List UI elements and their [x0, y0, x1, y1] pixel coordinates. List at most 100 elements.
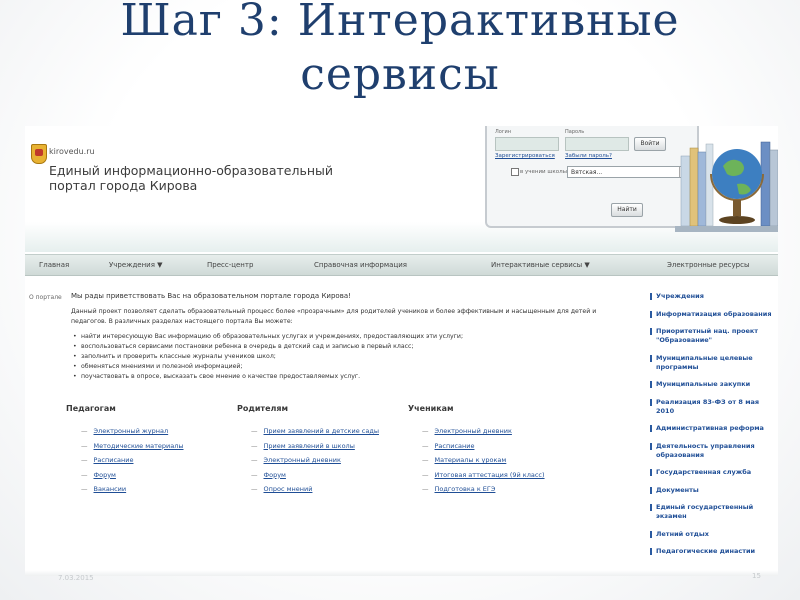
- sidebar-item-label[interactable]: Летний отдых: [656, 530, 709, 538]
- teachers-heading: Педагогам: [66, 404, 116, 413]
- sidebar-item-label[interactable]: Муниципальные целевые программы: [656, 354, 753, 371]
- sidebar-item[interactable]: Реализация 83-ФЗ от 8 мая 2010: [649, 398, 774, 416]
- school-checkbox[interactable]: [511, 168, 519, 176]
- sidebar-item[interactable]: Педагогические династии: [649, 547, 774, 556]
- login-button[interactable]: Войти: [634, 137, 666, 151]
- list-item[interactable]: — Прием заявлений в детские сады: [251, 424, 379, 439]
- parents-link[interactable]: Электронный дневник: [264, 456, 341, 464]
- sidebar-item-label[interactable]: Государственная служба: [656, 468, 751, 476]
- sidebar-item[interactable]: Приоритетный нац. проект "Образование": [649, 327, 774, 345]
- students-link[interactable]: Итоговая аттестация (9й класс): [435, 471, 545, 479]
- login-label: Логин: [495, 129, 511, 135]
- list-item[interactable]: — Форум: [81, 468, 184, 483]
- portal-title-line-1: Единый информационно-образовательный: [49, 163, 334, 178]
- list-item[interactable]: — Расписание: [81, 453, 184, 468]
- sidebar-item-label[interactable]: Документы: [656, 486, 699, 494]
- list-item[interactable]: — Форум: [251, 468, 379, 483]
- list-item[interactable]: — Прием заявлений в школы: [251, 439, 379, 454]
- sidebar-item[interactable]: Учреждения: [649, 292, 774, 301]
- sidebar-item[interactable]: Летний отдых: [649, 530, 774, 539]
- list-item[interactable]: — Итоговая аттестация (9й класс): [422, 468, 545, 483]
- nav-institutions[interactable]: Учреждения ▼: [109, 255, 163, 275]
- slide-title: Шаг 3: Интерактивные сервисы: [0, 0, 800, 102]
- sidebar-item[interactable]: Муниципальные целевые программы: [649, 354, 774, 372]
- list-item: найти интересующую Вас информацию об обр…: [71, 332, 601, 342]
- feature-list: найти интересующую Вас информацию об обр…: [71, 332, 601, 382]
- teachers-link[interactable]: Методические материалы: [94, 442, 184, 450]
- list-item[interactable]: — Электронный журнал: [81, 424, 184, 439]
- list-item[interactable]: — Расписание: [422, 439, 545, 454]
- nav-electronic-resources[interactable]: Электронные ресурсы: [667, 255, 749, 275]
- sidebar-item[interactable]: Муниципальные закупки: [649, 380, 774, 389]
- sidebar-item-label[interactable]: Муниципальные закупки: [656, 380, 750, 388]
- list-item[interactable]: — Вакансии: [81, 482, 184, 497]
- site-header: kirovedu.ru Единый информационно-образов…: [25, 126, 778, 252]
- screenshot-footer-fade: [25, 570, 778, 576]
- parents-link[interactable]: Прием заявлений в школы: [264, 442, 355, 450]
- parents-link[interactable]: Прием заявлений в детские сады: [264, 427, 379, 435]
- sidebar-item-label[interactable]: Информатизация образования: [656, 310, 772, 318]
- sidebar-item[interactable]: Административная реформа: [649, 424, 774, 433]
- sidebar-item-label[interactable]: Приоритетный нац. проект "Образование": [656, 327, 758, 344]
- login-input[interactable]: [495, 137, 559, 151]
- password-label: Пароль: [565, 129, 585, 135]
- slide-number: 15: [752, 572, 761, 580]
- portal-screenshot: kirovedu.ru Единый информационно-образов…: [25, 126, 778, 576]
- sidebar-item[interactable]: Единый государственный экзамен: [649, 503, 774, 521]
- list-item: поучаствовать в опросе, высказать свое м…: [71, 372, 601, 382]
- teachers-link[interactable]: Вакансии: [94, 485, 127, 493]
- intro-text: Данный проект позволяет сделать образова…: [71, 308, 597, 325]
- city-crest-icon: [31, 144, 47, 164]
- sidebar-item-label[interactable]: Административная реформа: [656, 424, 764, 432]
- sidebar-item[interactable]: Документы: [649, 486, 774, 495]
- list-item[interactable]: — Электронный дневник: [422, 424, 545, 439]
- password-input[interactable]: [565, 137, 629, 151]
- nav-interactive-services[interactable]: Интерактивные сервисы ▼: [491, 255, 590, 275]
- forgot-password-link[interactable]: Забыли пароль?: [565, 153, 612, 159]
- parents-links: — Прием заявлений в детские сады — Прием з…: [251, 424, 379, 497]
- list-item[interactable]: — Материалы к урокам: [422, 453, 545, 468]
- slide-title-line-1: Шаг 3: Интерактивные: [120, 0, 680, 46]
- breadcrumb[interactable]: О портале: [29, 294, 62, 301]
- students-link[interactable]: Расписание: [435, 442, 475, 450]
- list-item[interactable]: — Опрос мнений: [251, 482, 379, 497]
- sidebar-item-label[interactable]: Единый государственный экзамен: [656, 503, 753, 520]
- nav-reference-info[interactable]: Справочная информация: [314, 255, 407, 275]
- slide-date: 7.03.2015: [58, 574, 94, 582]
- sidebar-item-label[interactable]: Педагогические династии: [656, 547, 755, 555]
- main-navigation: Главная Учреждения ▼ Пресс-центр Справоч…: [25, 254, 778, 276]
- list-item[interactable]: — Подготовка к ЕГЭ: [422, 482, 545, 497]
- sidebar-item[interactable]: Государственная служба: [649, 468, 774, 477]
- students-link[interactable]: Подготовка к ЕГЭ: [435, 485, 496, 493]
- school-select[interactable]: Вятская... ▾: [567, 166, 691, 178]
- sidebar-item[interactable]: Деятельность управления образования: [649, 442, 774, 460]
- sidebar-item-label[interactable]: Реализация 83-ФЗ от 8 мая 2010: [656, 398, 759, 415]
- sidebar-item-label[interactable]: Деятельность управления образования: [656, 442, 755, 459]
- list-item[interactable]: — Методические материалы: [81, 439, 184, 454]
- parents-link[interactable]: Опрос мнений: [264, 485, 313, 493]
- list-item[interactable]: — Электронный дневник: [251, 453, 379, 468]
- sidebar-menu: Учреждения Информатизация образования Пр…: [649, 292, 774, 565]
- list-item: заполнить и проверить классные журналы у…: [71, 352, 601, 362]
- students-link[interactable]: Электронный дневник: [435, 427, 512, 435]
- register-link[interactable]: Зарегистрироваться: [495, 153, 555, 159]
- slide-title-line-2: сервисы: [300, 49, 500, 100]
- find-button[interactable]: Найти: [611, 203, 643, 217]
- parents-link[interactable]: Форум: [264, 471, 286, 479]
- students-heading: Ученикам: [408, 404, 454, 413]
- teachers-link[interactable]: Форум: [94, 471, 116, 479]
- welcome-text: Мы рады приветствовать Вас на образовате…: [71, 292, 351, 300]
- nav-home[interactable]: Главная: [39, 255, 69, 275]
- portal-title: Единый информационно-образовательный пор…: [49, 163, 349, 193]
- teachers-link[interactable]: Электронный журнал: [94, 427, 169, 435]
- list-item: обменяться мнениями и полезной информаци…: [71, 362, 601, 372]
- login-panel: Логин Пароль Войти Зарегистрироваться За…: [485, 126, 699, 228]
- school-label: в учении школы: [520, 169, 567, 175]
- students-link[interactable]: Материалы к урокам: [435, 456, 507, 464]
- parents-heading: Родителям: [237, 404, 289, 413]
- sidebar-item-label[interactable]: Учреждения: [656, 292, 704, 300]
- list-item: воспользоваться сервисами постановки реб…: [71, 342, 601, 352]
- sidebar-item[interactable]: Информатизация образования: [649, 310, 774, 319]
- nav-press-center[interactable]: Пресс-центр: [207, 255, 253, 275]
- teachers-link[interactable]: Расписание: [94, 456, 134, 464]
